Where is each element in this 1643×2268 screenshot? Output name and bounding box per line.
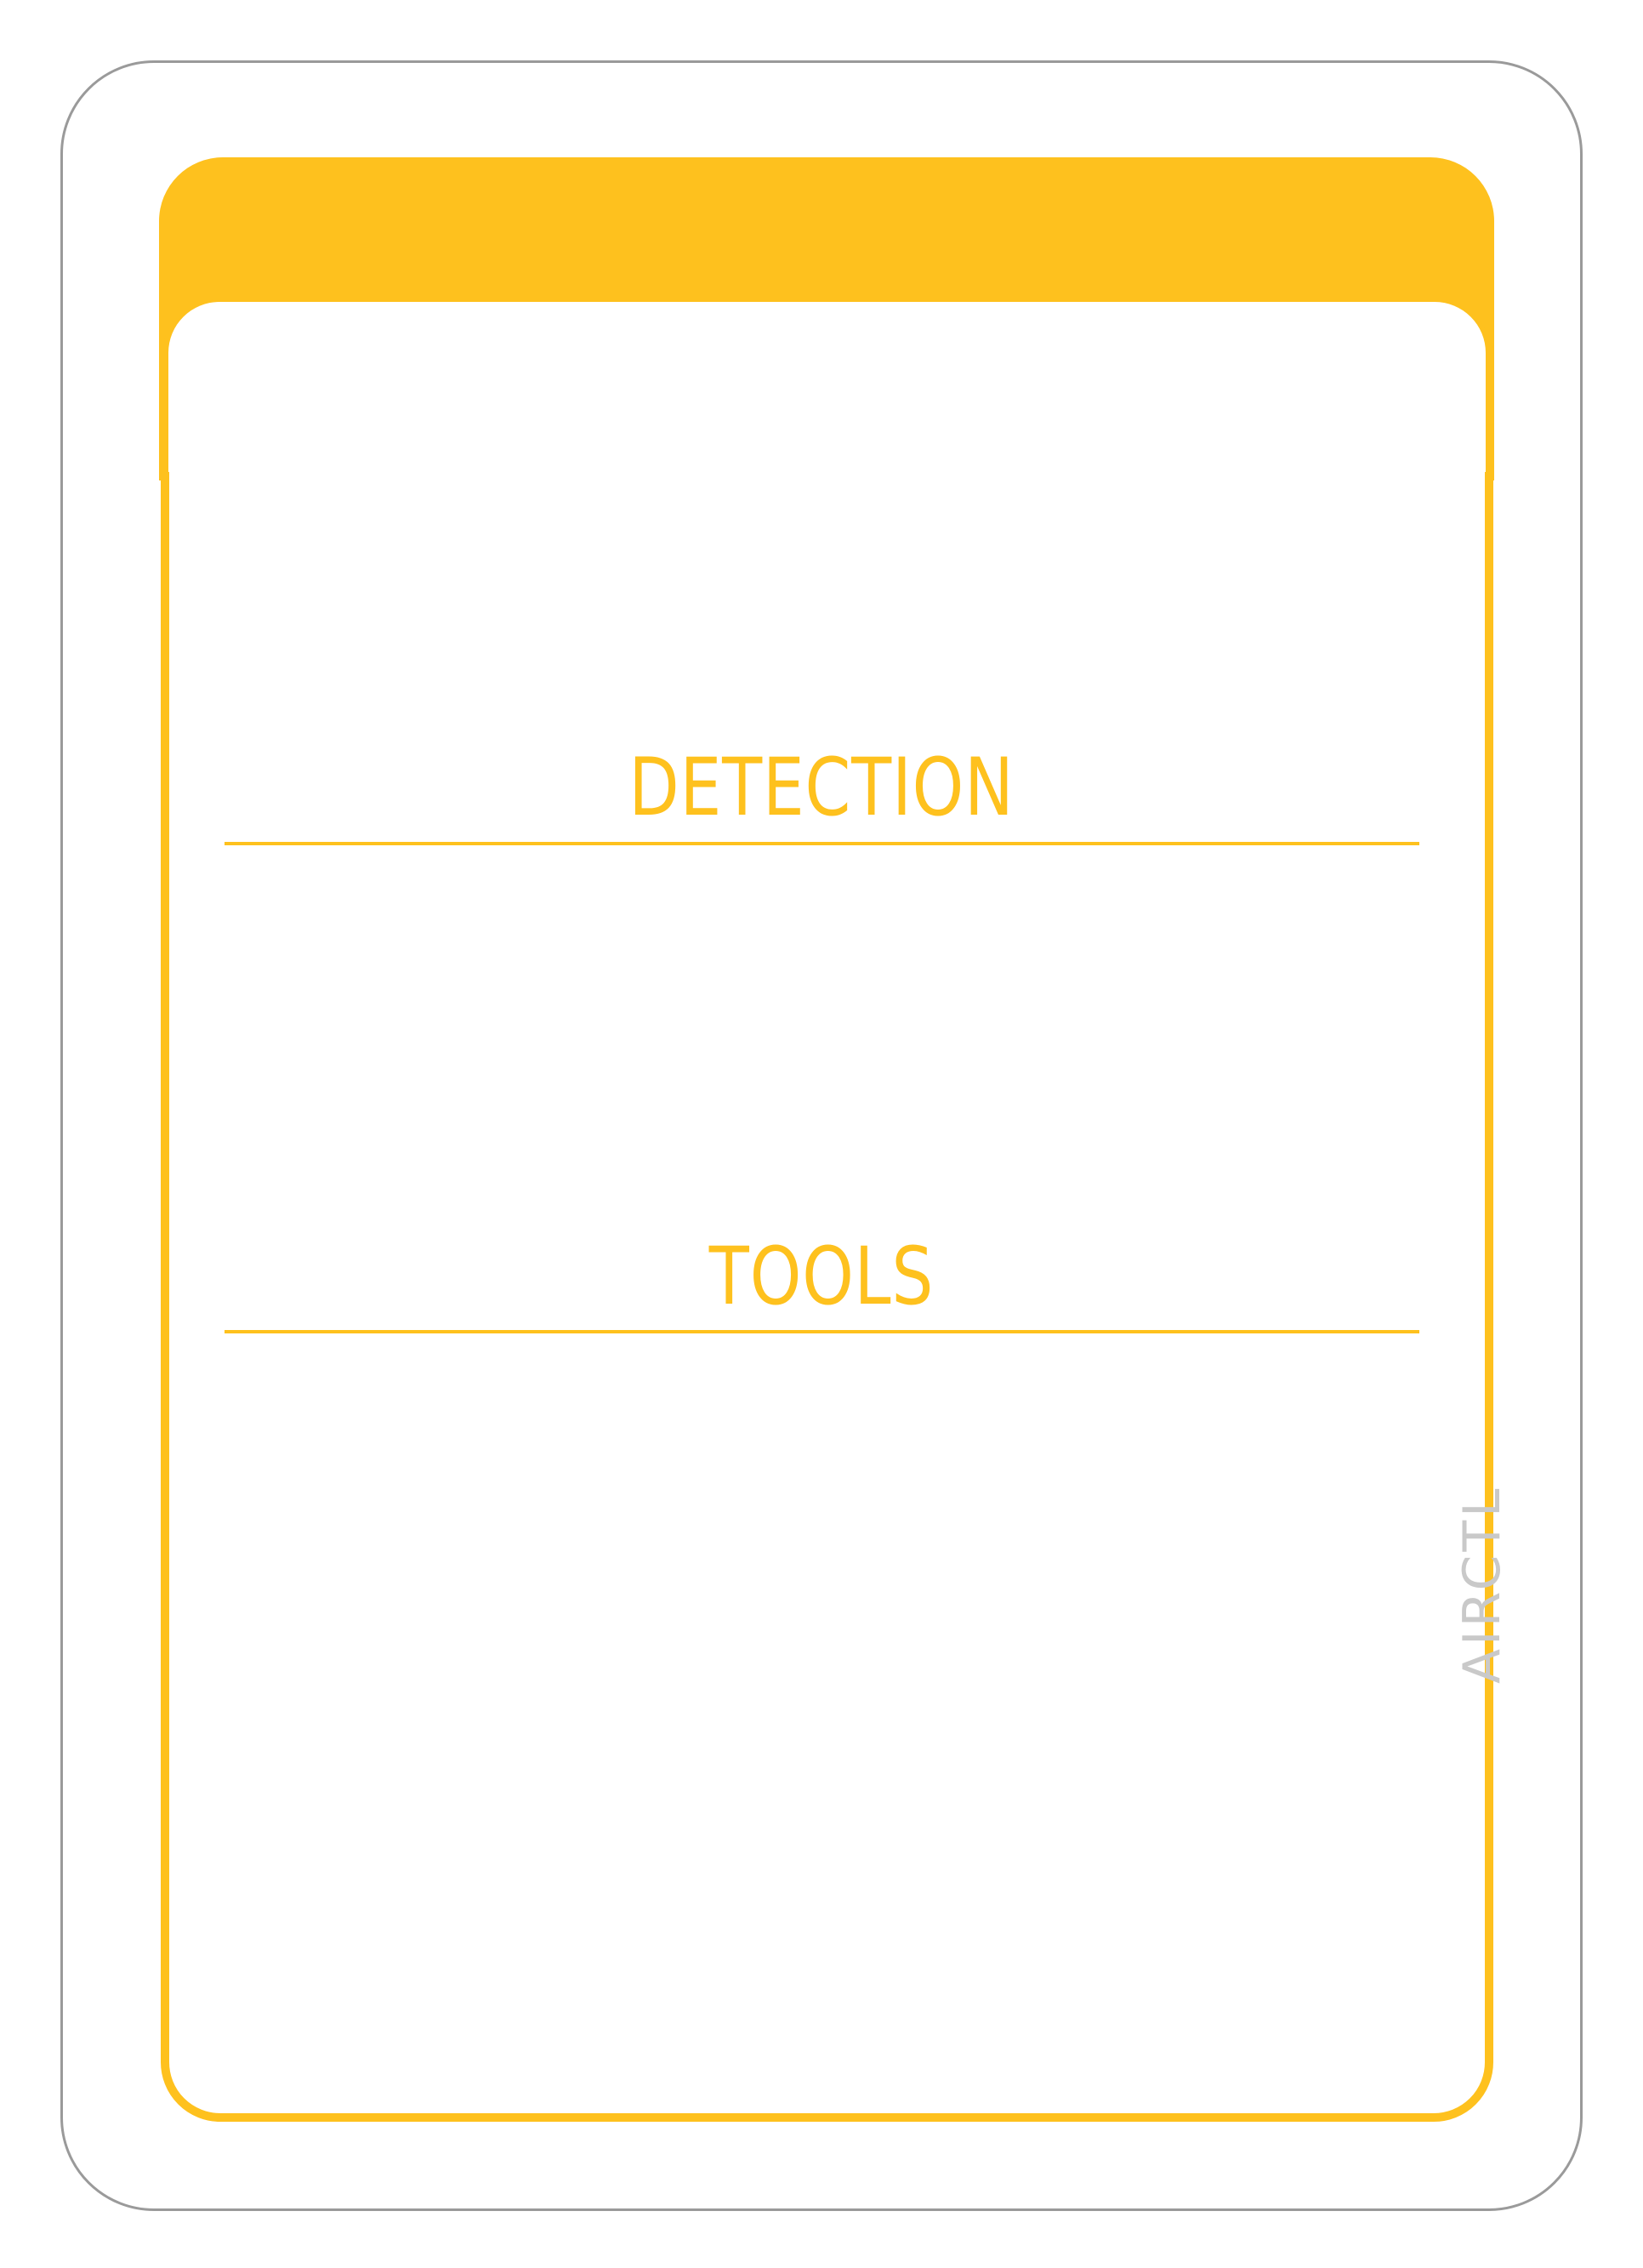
card-inner-panel-top <box>168 302 1486 472</box>
section-divider-tools <box>225 1330 1419 1333</box>
section-divider-detection <box>225 842 1419 845</box>
side-label-text: AIRCTL <box>1453 1485 1512 1684</box>
section-heading-detection: DETECTION <box>628 742 1015 834</box>
card-inner-panel <box>161 299 1493 2122</box>
section-heading-tools: TOOLS <box>708 1231 935 1323</box>
